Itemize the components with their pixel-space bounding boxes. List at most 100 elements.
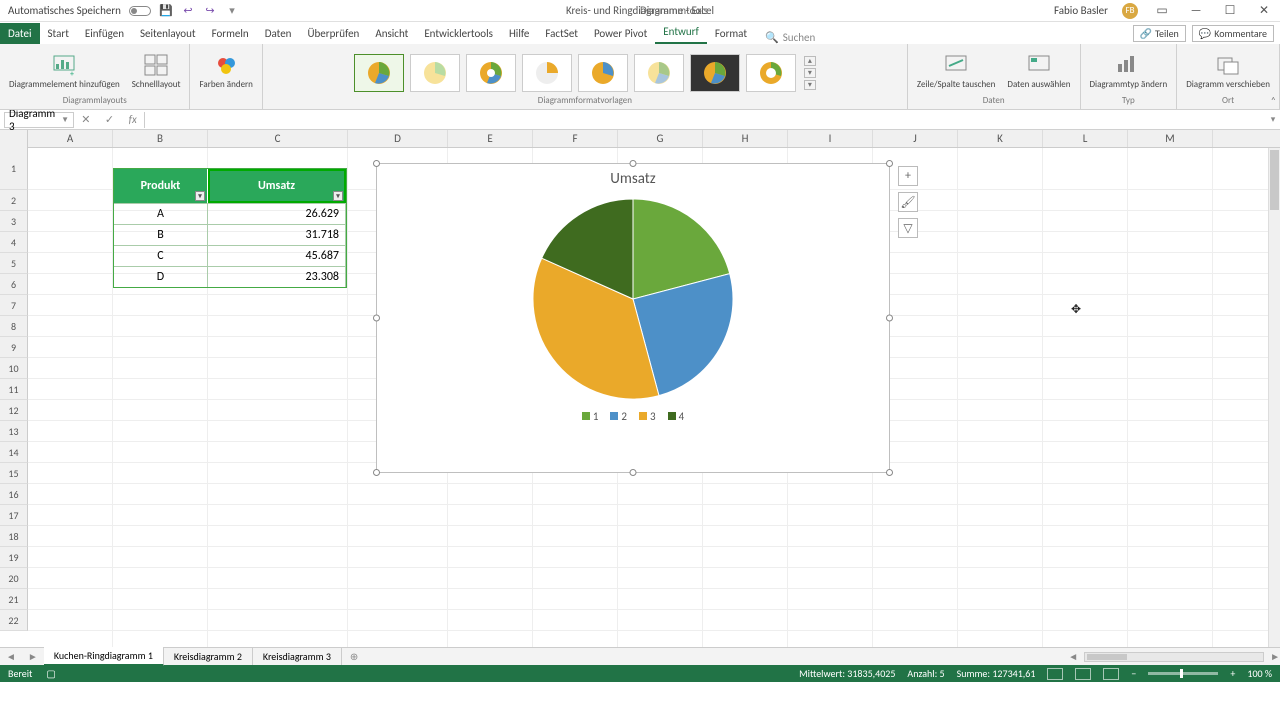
table-header-umsatz[interactable]: Umsatz ▾ [208, 169, 346, 203]
chart-style-6[interactable] [634, 54, 684, 92]
chart-style-1[interactable] [354, 54, 404, 92]
resize-handle[interactable] [373, 160, 380, 167]
change-colors-button[interactable]: Farben ändern [196, 50, 255, 92]
filter-icon[interactable]: ▾ [195, 191, 205, 201]
col-header-I[interactable]: I [788, 130, 873, 147]
resize-handle[interactable] [886, 160, 893, 167]
collapse-ribbon-icon[interactable]: ˄ [1271, 94, 1276, 107]
table-row[interactable]: A26.629 [114, 203, 346, 224]
style-gallery-more[interactable]: ▴▾▾ [804, 56, 816, 90]
row-header[interactable]: 6 [0, 274, 28, 295]
row-header[interactable]: 18 [0, 526, 28, 547]
col-header-J[interactable]: J [873, 130, 958, 147]
close-icon[interactable]: ✕ [1254, 3, 1274, 18]
row-header[interactable]: 9 [0, 337, 28, 358]
sheet-nav-prev-icon[interactable]: ◄ [0, 650, 22, 663]
resize-handle[interactable] [886, 315, 893, 322]
tab-powerpivot[interactable]: Power Pivot [586, 23, 655, 44]
select-all-cell[interactable] [0, 130, 28, 148]
chart-object[interactable]: Umsatz 1234 ✥ [376, 163, 890, 473]
legend-item[interactable]: 4 [668, 410, 685, 423]
table-row[interactable]: D23.308 [114, 266, 346, 287]
col-header-F[interactable]: F [533, 130, 618, 147]
row-header[interactable]: 17 [0, 505, 28, 526]
chart-style-4[interactable] [522, 54, 572, 92]
col-header-A[interactable]: A [28, 130, 113, 147]
formula-input[interactable] [144, 112, 1266, 128]
add-sheet-button[interactable]: ⊕ [342, 650, 366, 663]
tab-formeln[interactable]: Formeln [204, 23, 257, 44]
chart-style-5[interactable] [578, 54, 628, 92]
horizontal-scrollbar[interactable]: ◄► [366, 650, 1280, 663]
row-header[interactable]: 15 [0, 463, 28, 484]
tab-file[interactable]: Datei [0, 23, 40, 44]
name-box[interactable]: Diagramm 3 ▼ [4, 112, 74, 128]
row-header[interactable]: 2 [0, 190, 28, 211]
chart-style-8[interactable] [746, 54, 796, 92]
table-row[interactable]: C45.687 [114, 245, 346, 266]
row-header[interactable]: 16 [0, 484, 28, 505]
filter-icon[interactable]: ▾ [333, 191, 343, 201]
ribbon-display-icon[interactable]: ▭ [1152, 3, 1172, 18]
row-header[interactable]: 8 [0, 316, 28, 337]
resize-handle[interactable] [630, 160, 637, 167]
legend-item[interactable]: 1 [582, 410, 599, 423]
tab-hilfe[interactable]: Hilfe [501, 23, 537, 44]
row-header[interactable]: 3 [0, 211, 28, 232]
tab-ueberpruefen[interactable]: Überprüfen [299, 23, 367, 44]
resize-handle[interactable] [373, 469, 380, 476]
user-avatar[interactable]: FB [1122, 3, 1138, 19]
col-header-E[interactable]: E [448, 130, 533, 147]
tab-ansicht[interactable]: Ansicht [367, 23, 416, 44]
autosave-toggle[interactable] [129, 6, 151, 16]
namebox-dropdown-icon[interactable]: ▼ [61, 115, 69, 125]
add-chart-element-button[interactable]: + Diagrammelement hinzufügen [6, 50, 123, 92]
cancel-fx-icon[interactable]: ✕ [81, 113, 90, 126]
row-header[interactable]: 10 [0, 358, 28, 379]
row-header[interactable]: 13 [0, 421, 28, 442]
macro-record-icon[interactable]: ▢ [46, 667, 55, 680]
row-header[interactable]: 22 [0, 610, 28, 631]
minimize-icon[interactable]: — [1186, 4, 1206, 18]
share-button[interactable]: 🔗Teilen [1133, 25, 1186, 42]
tab-einfuegen[interactable]: Einfügen [77, 23, 132, 44]
chart-style-3[interactable] [466, 54, 516, 92]
resize-handle[interactable] [886, 469, 893, 476]
legend-item[interactable]: 2 [610, 410, 627, 423]
chart-legend[interactable]: 1234 [377, 404, 889, 423]
undo-icon[interactable]: ↩ [181, 4, 195, 18]
sheet-nav-next-icon[interactable]: ► [22, 650, 44, 663]
tab-entwicklertools[interactable]: Entwicklertools [416, 23, 501, 44]
view-pagelayout-icon[interactable] [1075, 668, 1091, 680]
col-header-D[interactable]: D [348, 130, 448, 147]
switch-row-col-button[interactable]: Zeile/Spalte tauschen [914, 50, 999, 92]
select-data-button[interactable]: Daten auswählen [1004, 50, 1073, 92]
tab-factset[interactable]: FactSet [537, 23, 586, 44]
chart-styles-button[interactable]: 🖌 [898, 192, 918, 212]
pie-chart[interactable] [528, 194, 738, 404]
sheet-tab[interactable]: Kreisdiagramm 3 [253, 648, 342, 665]
chart-style-2[interactable] [410, 54, 460, 92]
save-icon[interactable]: 💾 [159, 4, 173, 18]
col-header-B[interactable]: B [113, 130, 208, 147]
comments-button[interactable]: 💬Kommentare [1192, 25, 1274, 42]
tell-me-search[interactable]: 🔍 Suchen [765, 31, 815, 44]
row-header[interactable]: 1 [0, 148, 28, 190]
row-header[interactable]: 21 [0, 589, 28, 610]
row-header[interactable]: 5 [0, 253, 28, 274]
move-chart-button[interactable]: Diagramm verschieben [1183, 50, 1273, 92]
table-row[interactable]: B31.718 [114, 224, 346, 245]
chart-filter-button[interactable]: ▽ [898, 218, 918, 238]
vertical-scrollbar[interactable] [1268, 148, 1280, 647]
expand-formula-bar-icon[interactable]: ▾ [1266, 114, 1280, 125]
sheet-tab-active[interactable]: Kuchen-Ringdiagramm 1 [44, 647, 164, 666]
row-header[interactable]: 14 [0, 442, 28, 463]
tab-start[interactable]: Start [40, 23, 77, 44]
chart-style-7[interactable] [690, 54, 740, 92]
enter-fx-icon[interactable]: ✓ [105, 113, 114, 126]
quick-layout-button[interactable]: Schnelllayout [129, 50, 184, 92]
row-header[interactable]: 7 [0, 295, 28, 316]
row-header[interactable]: 19 [0, 547, 28, 568]
sheet-tab[interactable]: Kreisdiagramm 2 [164, 648, 253, 665]
qat-customize-icon[interactable]: ▾ [225, 4, 239, 18]
